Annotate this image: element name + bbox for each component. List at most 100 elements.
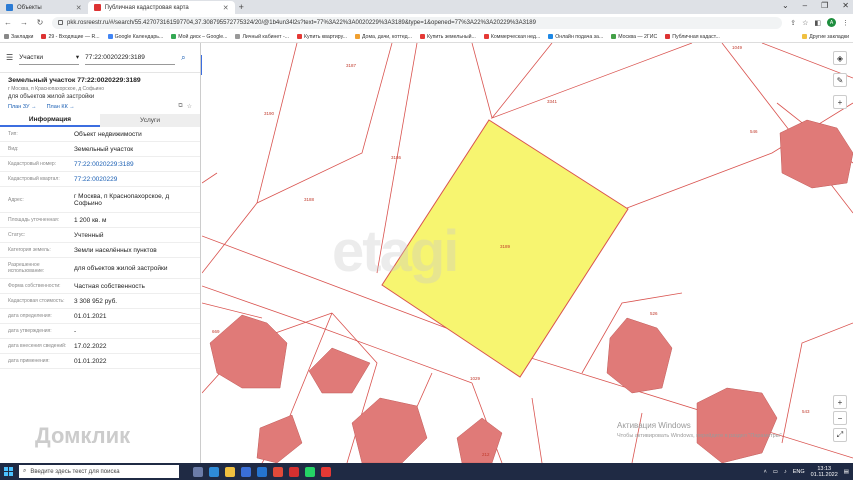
tab-information[interactable]: Информация <box>0 114 100 127</box>
building[interactable] <box>779 119 853 189</box>
bookmark-item[interactable]: Личный кабинет -... <box>235 34 289 40</box>
property-row: Разрешенное использование: для объектов ж… <box>0 258 200 279</box>
zoom-in-button[interactable]: + <box>833 395 847 409</box>
property-value[interactable]: 77:22:0020229:3189 <box>74 161 134 168</box>
plan-links: План ЗУ → План КК → ⧉ ☆ <box>0 100 200 110</box>
search-icon[interactable]: ⌕ <box>181 53 185 63</box>
tab-objects[interactable]: Объекты ✕ <box>0 1 88 14</box>
zoom-out-button[interactable]: − <box>833 411 847 425</box>
back-icon[interactable]: ← <box>4 18 12 27</box>
property-value: 01.01.2022 <box>74 357 107 365</box>
bookmark-item[interactable]: Мой диск – Google... <box>171 34 227 40</box>
bookmark-item[interactable]: Публичная кадаст... <box>665 34 720 40</box>
property-value: для объектов жилой застройки <box>74 264 168 272</box>
plan-kk-link[interactable]: План КК → <box>47 104 75 110</box>
bookmark-item[interactable]: 29 - Входящие — R... <box>41 34 100 40</box>
network-icon[interactable]: ▭ <box>773 469 778 475</box>
property-row: Кадастровая стоимость: 3 308 952 руб. <box>0 294 200 309</box>
search-type-select[interactable]: Участки ▾ <box>19 51 80 65</box>
bookmark-item[interactable]: Закладки <box>4 34 33 40</box>
bookmark-star-icon[interactable]: ☆ <box>802 19 808 27</box>
other-bookmarks[interactable]: Другие закладки <box>802 34 849 40</box>
panel-tabs: Информация Услуги <box>0 114 200 127</box>
property-list: Тип: Объект недвижимости Вид: Земельный уча… <box>0 127 200 369</box>
new-tab-button[interactable]: + <box>239 2 244 12</box>
anydesk-icon[interactable] <box>321 466 331 477</box>
cadastral-map[interactable]: 3187 3186 3188 3341 3189 1029 1049 546 5… <box>202 43 853 463</box>
mail-icon[interactable] <box>257 466 267 477</box>
plot-label: 212 <box>482 452 490 457</box>
taskbar-search[interactable]: ⌕ Введите здесь текст для поиска <box>19 465 179 478</box>
bookmark-icon <box>354 34 360 39</box>
property-label: Кадастровая стоимость: <box>8 298 65 304</box>
bookmark-item[interactable]: Купить земельный... <box>419 34 476 40</box>
task-view-icon[interactable] <box>193 466 203 477</box>
property-label: дата определения: <box>8 313 52 319</box>
file-explorer-icon[interactable] <box>225 466 235 477</box>
parcel-line <box>202 172 218 184</box>
close-window-icon[interactable]: ✕ <box>842 1 849 10</box>
chevron-up-icon[interactable]: ˄ <box>764 469 767 475</box>
building[interactable] <box>456 417 503 463</box>
plot-label: 1029 <box>470 376 481 381</box>
share-icon[interactable]: ⇪ <box>790 19 796 27</box>
volume-icon[interactable]: ♪ <box>784 469 787 475</box>
whatsapp-icon[interactable] <box>305 466 315 477</box>
parcel-line <box>202 43 298 274</box>
property-value: 1 200 кв. м <box>74 216 107 224</box>
menu-icon[interactable]: ☰ <box>6 53 13 62</box>
bookmark-item[interactable]: Дома, дачи, коттед... <box>354 34 412 40</box>
store-icon[interactable] <box>241 466 251 477</box>
add-marker-button[interactable]: + <box>833 95 847 109</box>
property-value: Частная собственность <box>74 282 145 290</box>
minimize-icon[interactable]: – <box>803 1 807 10</box>
building[interactable] <box>209 314 288 389</box>
windows-start-icon[interactable] <box>4 467 13 476</box>
close-icon[interactable]: ✕ <box>223 4 229 12</box>
favorite-star-icon[interactable]: ☆ <box>187 103 192 110</box>
chrome-icon[interactable] <box>273 466 283 477</box>
edge-icon[interactable] <box>209 466 219 477</box>
property-row: Форма собственности: Частная собственност… <box>0 279 200 294</box>
layers-icon: ◈ <box>836 53 844 63</box>
fullscreen-button[interactable]: ⤢ <box>833 428 847 442</box>
property-label: дата применения: <box>8 358 50 364</box>
extension-icon[interactable]: ◧ <box>814 19 821 27</box>
site-favicon-icon <box>93 4 101 11</box>
profile-avatar[interactable]: A <box>827 18 836 27</box>
bookmark-item[interactable]: Коммерческая нед... <box>483 34 540 40</box>
clock[interactable]: 13:13 01.11.2022 <box>811 466 838 478</box>
plot-label: 3190 <box>264 111 275 116</box>
close-icon[interactable]: ✕ <box>76 4 82 12</box>
property-value: 3 308 952 руб. <box>74 297 118 305</box>
property-value[interactable]: 77:22:0020229 <box>74 176 117 183</box>
layers-button[interactable]: ◈ <box>833 51 847 65</box>
reload-icon[interactable]: ↻ <box>36 18 44 27</box>
yandex-browser-icon[interactable] <box>289 466 299 477</box>
address-bar[interactable]: pkk.rosreestr.ru/#/search/55.42707316159… <box>52 16 783 29</box>
building[interactable] <box>308 347 371 394</box>
maximize-icon[interactable]: ❐ <box>821 1 828 10</box>
forward-icon[interactable]: → <box>20 18 28 27</box>
search-input[interactable]: 77:22:0020229:3189 <box>85 51 176 65</box>
measure-button[interactable]: ✎ <box>833 73 847 87</box>
building[interactable] <box>606 317 673 394</box>
notification-icon[interactable]: ▤ <box>844 469 849 475</box>
browser-toolbar: ← → ↻ pkk.rosreestr.ru/#/search/55.42707… <box>0 14 853 31</box>
building[interactable] <box>256 414 303 463</box>
zoom-in-icon: + <box>837 397 843 407</box>
property-value: Учтенный <box>74 231 104 239</box>
menu-dots-icon[interactable]: ⋮ <box>842 19 849 27</box>
bookmark-item[interactable]: Купить квартиру... <box>297 34 347 40</box>
bookmark-item[interactable]: Москва — 2ГИС <box>611 34 657 40</box>
bookmark-item[interactable]: Google Календарь... <box>107 34 163 40</box>
tab-search-icon[interactable]: ⌄ <box>782 1 789 10</box>
language-indicator[interactable]: ENG <box>793 469 805 475</box>
copy-icon[interactable]: ⧉ <box>178 103 182 110</box>
object-purpose: для объектов жилой застройки <box>8 94 95 100</box>
bookmark-item[interactable]: Онлайн подача за... <box>548 34 603 40</box>
bookmark-icon <box>4 34 9 39</box>
plan-zu-link[interactable]: План ЗУ → <box>8 104 37 110</box>
tab-services[interactable]: Услуги <box>100 114 200 127</box>
tab-cadastral-map[interactable]: Публичная кадастровая карта ✕ <box>87 1 235 14</box>
